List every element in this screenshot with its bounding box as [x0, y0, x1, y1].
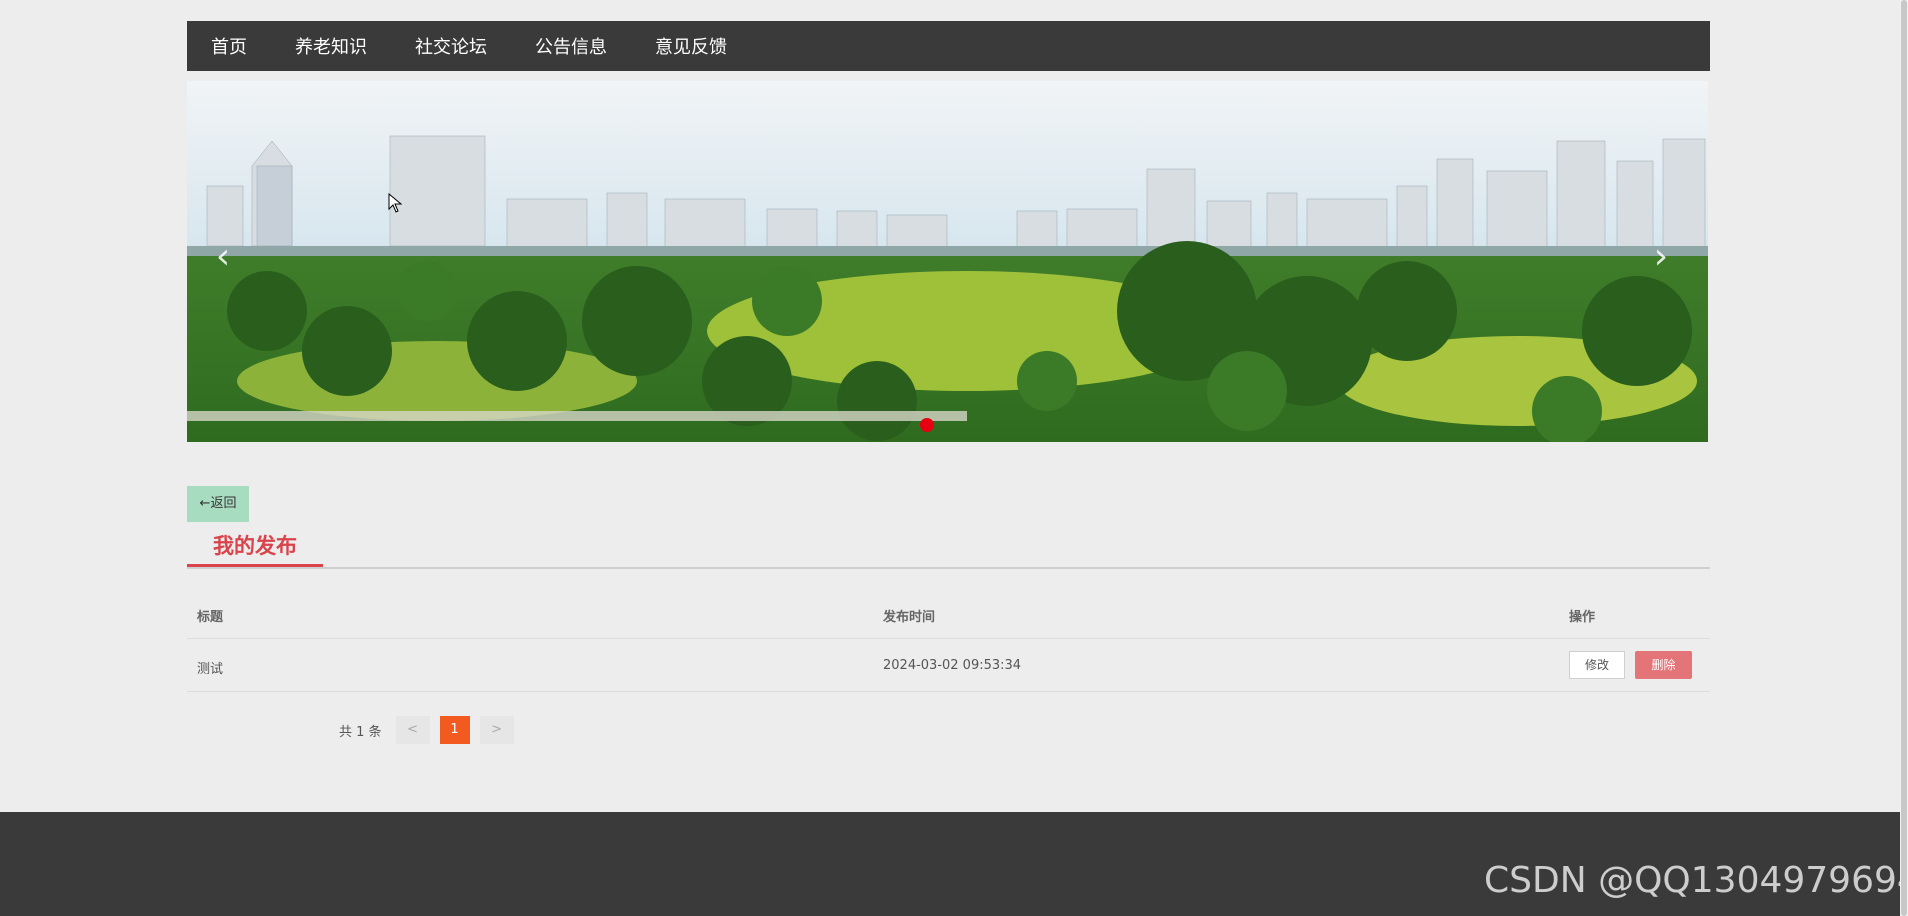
chevron-right-icon: ›: [1653, 236, 1669, 277]
posts-table: 标题 发布时间 操作 测试 2024-03-02 09:53:34 修改 删除: [187, 588, 1710, 692]
pagination-prev-button[interactable]: <: [395, 716, 430, 744]
edit-button[interactable]: 修改: [1569, 651, 1625, 679]
nav-item-elderly-knowledge[interactable]: 养老知识: [295, 33, 367, 59]
section-divider: [187, 567, 1710, 569]
nav-item-forum[interactable]: 社交论坛: [415, 33, 487, 59]
carousel-next-button[interactable]: ›: [1641, 232, 1681, 282]
top-nav: 首页 养老知识 社交论坛 公告信息 意见反馈: [187, 21, 1710, 71]
page: 首页 养老知识 社交论坛 公告信息 意见反馈 ‹ › ←返回 我的发布 标题 发…: [0, 0, 1908, 916]
column-header-title: 标题: [197, 610, 224, 625]
column-header-time: 发布时间: [883, 610, 936, 625]
row-time: 2024-03-02 09:53:34: [883, 658, 1022, 673]
carousel-prev-button[interactable]: ‹: [203, 232, 243, 282]
delete-button[interactable]: 删除: [1635, 651, 1692, 679]
pagination: 共 1 条 < 1 >: [339, 716, 524, 744]
watermark-text: CSDN @QQ1304979694: [1484, 860, 1908, 901]
pagination-next-button[interactable]: >: [479, 716, 514, 744]
table-row: 测试 2024-03-02 09:53:34 修改 删除: [187, 639, 1710, 692]
scrollbar-thumb[interactable]: [1901, 0, 1907, 916]
pagination-total: 共 1 条: [339, 724, 382, 740]
table-header-row: 标题 发布时间 操作: [187, 588, 1710, 639]
nav-item-announcements[interactable]: 公告信息: [535, 33, 607, 59]
nav-item-feedback[interactable]: 意见反馈: [655, 33, 727, 59]
row-title: 测试: [197, 662, 224, 677]
banner-image: [187, 81, 1708, 442]
banner-carousel: [187, 81, 1708, 442]
section-title-my-posts: 我的发布: [187, 528, 323, 568]
back-button[interactable]: ←返回: [187, 486, 249, 522]
column-header-action: 操作: [1569, 610, 1596, 625]
nav-item-home[interactable]: 首页: [211, 33, 247, 59]
mouse-cursor-icon: [388, 193, 402, 213]
pagination-page-1[interactable]: 1: [439, 716, 470, 744]
chevron-left-icon: ‹: [215, 236, 231, 277]
carousel-dot-active[interactable]: [920, 418, 934, 432]
